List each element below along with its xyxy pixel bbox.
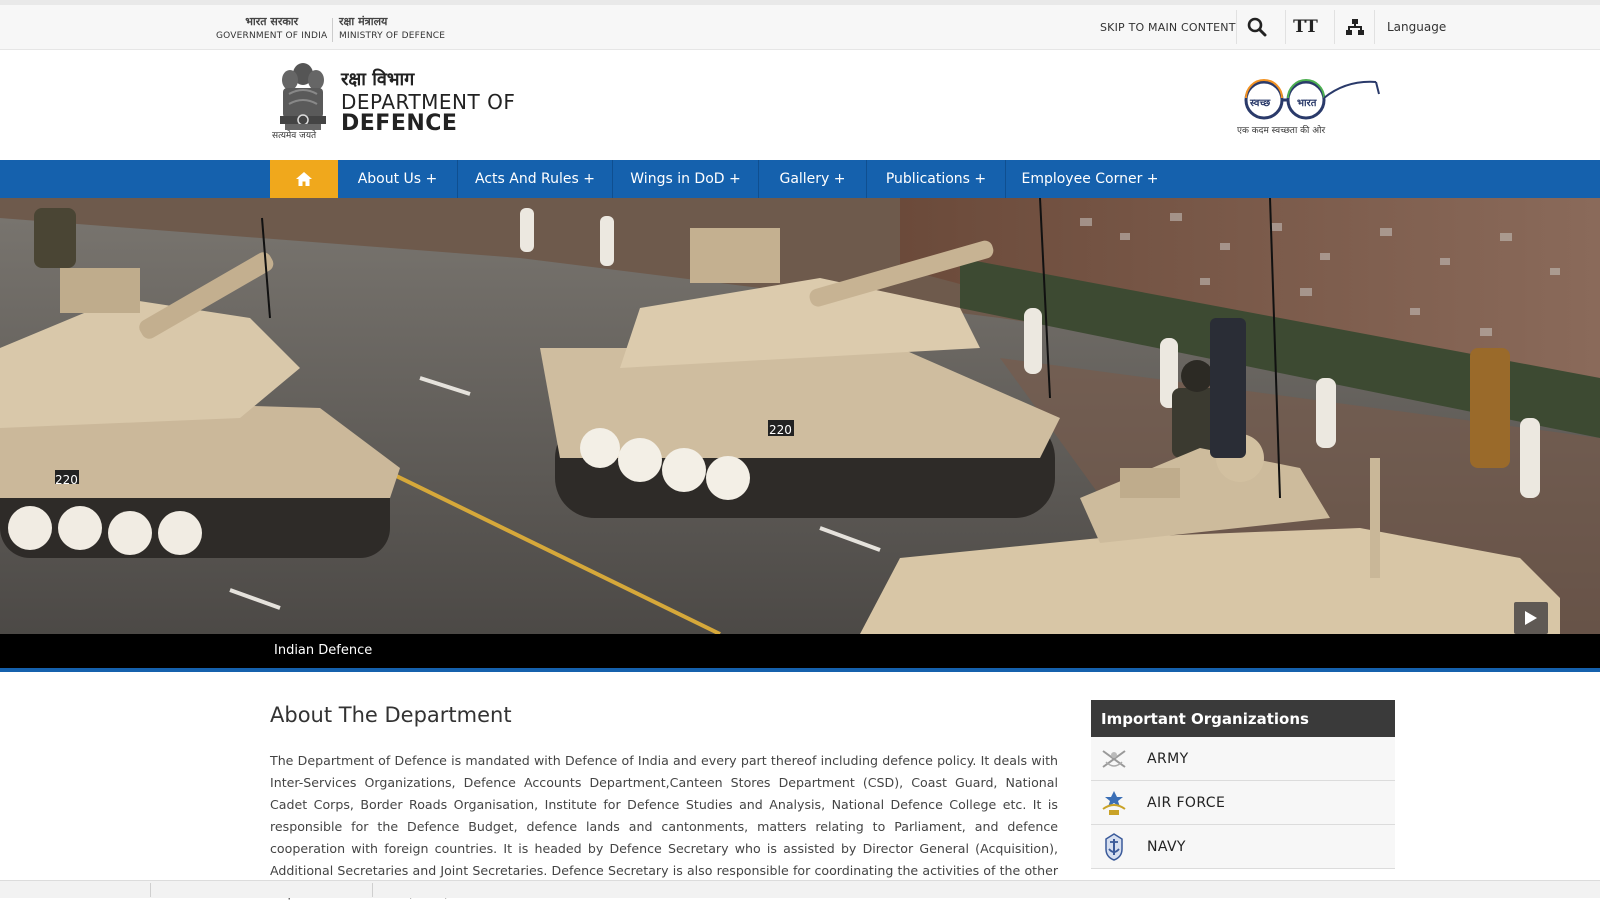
nav-publications[interactable]: Publications + <box>867 160 1006 198</box>
top-utility-bar: भारत सरकार GOVERNMENT OF INDIA रक्षा मंत… <box>0 0 1600 50</box>
org-label-air-force: AIR FORCE <box>1147 794 1226 811</box>
navy-crest-icon <box>1091 825 1137 869</box>
divider <box>372 883 373 897</box>
ministry-hindi: रक्षा मंत्रालय <box>339 15 388 28</box>
ministry-english: MINISTRY OF DEFENCE <box>339 31 446 41</box>
slider-next-button[interactable] <box>1514 602 1548 634</box>
divider <box>332 18 333 42</box>
sitemap-button[interactable] <box>1334 10 1374 44</box>
sitemap-icon <box>1345 19 1364 35</box>
text-size-button[interactable]: TT <box>1285 10 1325 44</box>
swachh-word-2: भारत <box>1297 98 1317 109</box>
department-name-line2: DEFENCE <box>341 111 458 136</box>
org-item-air-force[interactable]: AIR FORCE <box>1091 781 1395 825</box>
air-force-crest-icon <box>1091 781 1137 825</box>
about-section-title: About The Department <box>270 703 512 727</box>
swachh-bharat-caption: एक कदम स्वच्छता की ओर <box>1237 126 1326 136</box>
tank-number-center: 220 <box>769 423 792 437</box>
org-label-navy: NAVY <box>1147 838 1186 855</box>
home-button[interactable] <box>270 160 338 198</box>
search-button[interactable] <box>1236 10 1276 44</box>
org-item-army[interactable]: ARMY <box>1091 737 1395 781</box>
browser-edge-strip <box>0 0 1600 5</box>
nav-about-us[interactable]: About Us + <box>338 160 458 198</box>
nav-employee-corner[interactable]: Employee Corner + <box>1006 160 1174 198</box>
skip-to-main-content-link[interactable]: SKIP TO MAIN CONTENT <box>1100 10 1236 44</box>
site-header: रक्षा विभाग DEPARTMENT OF DEFENCE स्वच्छ… <box>0 50 1600 160</box>
department-name-hindi: रक्षा विभाग <box>341 69 415 90</box>
caption-accent-line <box>0 668 1600 672</box>
gov-india-hindi: भारत सरकार <box>245 15 299 28</box>
gov-india-link[interactable]: भारत सरकार GOVERNMENT OF INDIA <box>216 15 327 43</box>
important-organizations-panel: Important Organizations ARMY AIR FORCE N… <box>1091 700 1395 869</box>
org-label-army: ARMY <box>1147 750 1189 767</box>
language-selector[interactable]: Language <box>1374 10 1446 44</box>
play-arrow-icon <box>1525 611 1537 625</box>
nav-acts-and-rules[interactable]: Acts And Rules + <box>458 160 613 198</box>
ministry-link[interactable]: रक्षा मंत्रालय MINISTRY OF DEFENCE <box>339 15 445 43</box>
nav-gallery[interactable]: Gallery + <box>759 160 867 198</box>
organizations-heading: Important Organizations <box>1091 700 1395 737</box>
parade-tanks-illustration: 220 220 <box>0 198 1600 634</box>
org-item-navy[interactable]: NAVY <box>1091 825 1395 869</box>
hero-caption-bar <box>0 634 1600 670</box>
emblem-caption: सत्यमेव जयते <box>272 131 317 141</box>
swachh-word-1: स्वच्छ <box>1250 98 1271 109</box>
search-icon <box>1247 17 1266 37</box>
hero-caption: Indian Defence <box>274 643 373 658</box>
text-size-icon: TT <box>1293 17 1318 37</box>
tank-number-left: 220 <box>55 473 78 487</box>
browser-bottom-bar <box>0 880 1600 898</box>
main-navigation: About Us + Acts And Rules + Wings in DoD… <box>0 160 1600 198</box>
nav-wings-in-dod[interactable]: Wings in DoD + <box>613 160 759 198</box>
hero-banner-image: 220 220 <box>0 198 1600 634</box>
home-icon <box>296 172 312 186</box>
gov-india-english: GOVERNMENT OF INDIA <box>216 31 328 41</box>
army-crest-icon <box>1091 737 1137 781</box>
divider <box>150 883 151 897</box>
